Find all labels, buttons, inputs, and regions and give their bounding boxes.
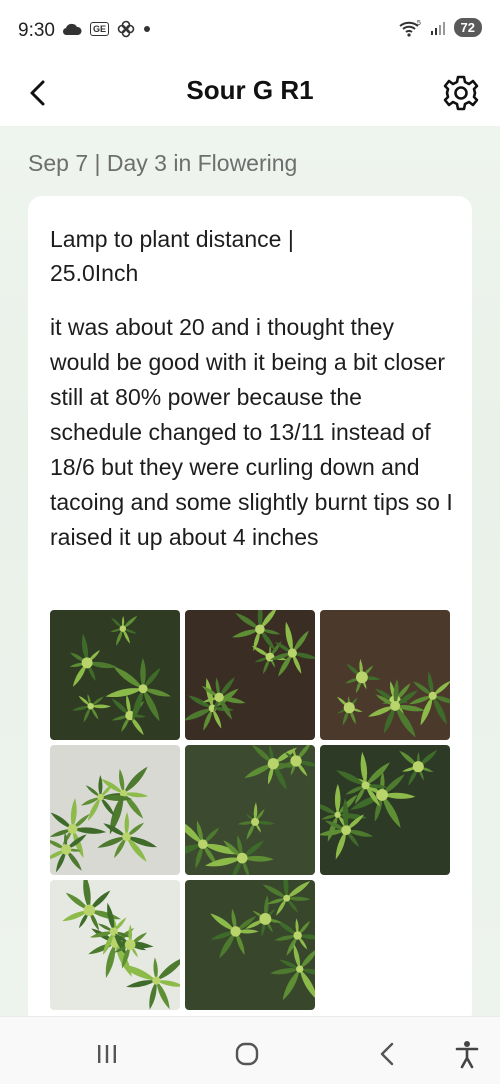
entry-note: it was about 20 and i thought they would…: [50, 314, 453, 550]
pinwheel-icon: [117, 20, 135, 38]
system-nav-bar: [0, 1016, 500, 1084]
app-header: Sour G R1: [0, 60, 500, 126]
plant-photo[interactable]: [50, 745, 180, 875]
plant-photo[interactable]: [185, 880, 315, 1010]
lamp-distance-value: 25.0Inch: [50, 260, 139, 286]
accessibility-icon[interactable]: [452, 1039, 482, 1069]
signal-icon: [430, 21, 445, 35]
wifi-badge: 5: [417, 20, 421, 27]
back-nav-icon[interactable]: [372, 1039, 402, 1069]
plant-photo[interactable]: [50, 880, 180, 1010]
plant-photo[interactable]: [185, 745, 315, 875]
plant-photo[interactable]: [320, 745, 450, 875]
cloud-icon: [62, 23, 82, 36]
journal-entry-card: Lamp to plant distance | 25.0Inch it was…: [28, 196, 472, 1026]
ge-badge-icon: GE: [90, 22, 110, 36]
page-title: Sour G R1: [186, 75, 314, 105]
status-icons-left: GE: [62, 20, 151, 38]
recent-apps-icon[interactable]: [92, 1039, 122, 1069]
gear-icon[interactable]: [442, 74, 480, 112]
plant-photo[interactable]: [50, 610, 180, 740]
battery-indicator: 72: [453, 18, 482, 37]
lamp-distance-label: Lamp to plant distance |: [50, 226, 294, 252]
plant-photo[interactable]: [320, 610, 450, 740]
status-bar: 9:30 GE 5 72: [0, 0, 500, 60]
photo-grid: [50, 610, 452, 1010]
status-time: 9:30: [18, 20, 55, 41]
home-icon[interactable]: [232, 1039, 262, 1069]
entry-date-line: Sep 7 | Day 3 in Flowering: [28, 150, 298, 176]
dot-icon: [144, 26, 151, 32]
wifi-icon: 5: [398, 20, 421, 37]
plant-photo[interactable]: [185, 610, 315, 740]
lamp-distance-text: Lamp to plant distance | 25.0Inch: [50, 222, 450, 290]
status-icons-right: 5 72: [398, 18, 482, 37]
